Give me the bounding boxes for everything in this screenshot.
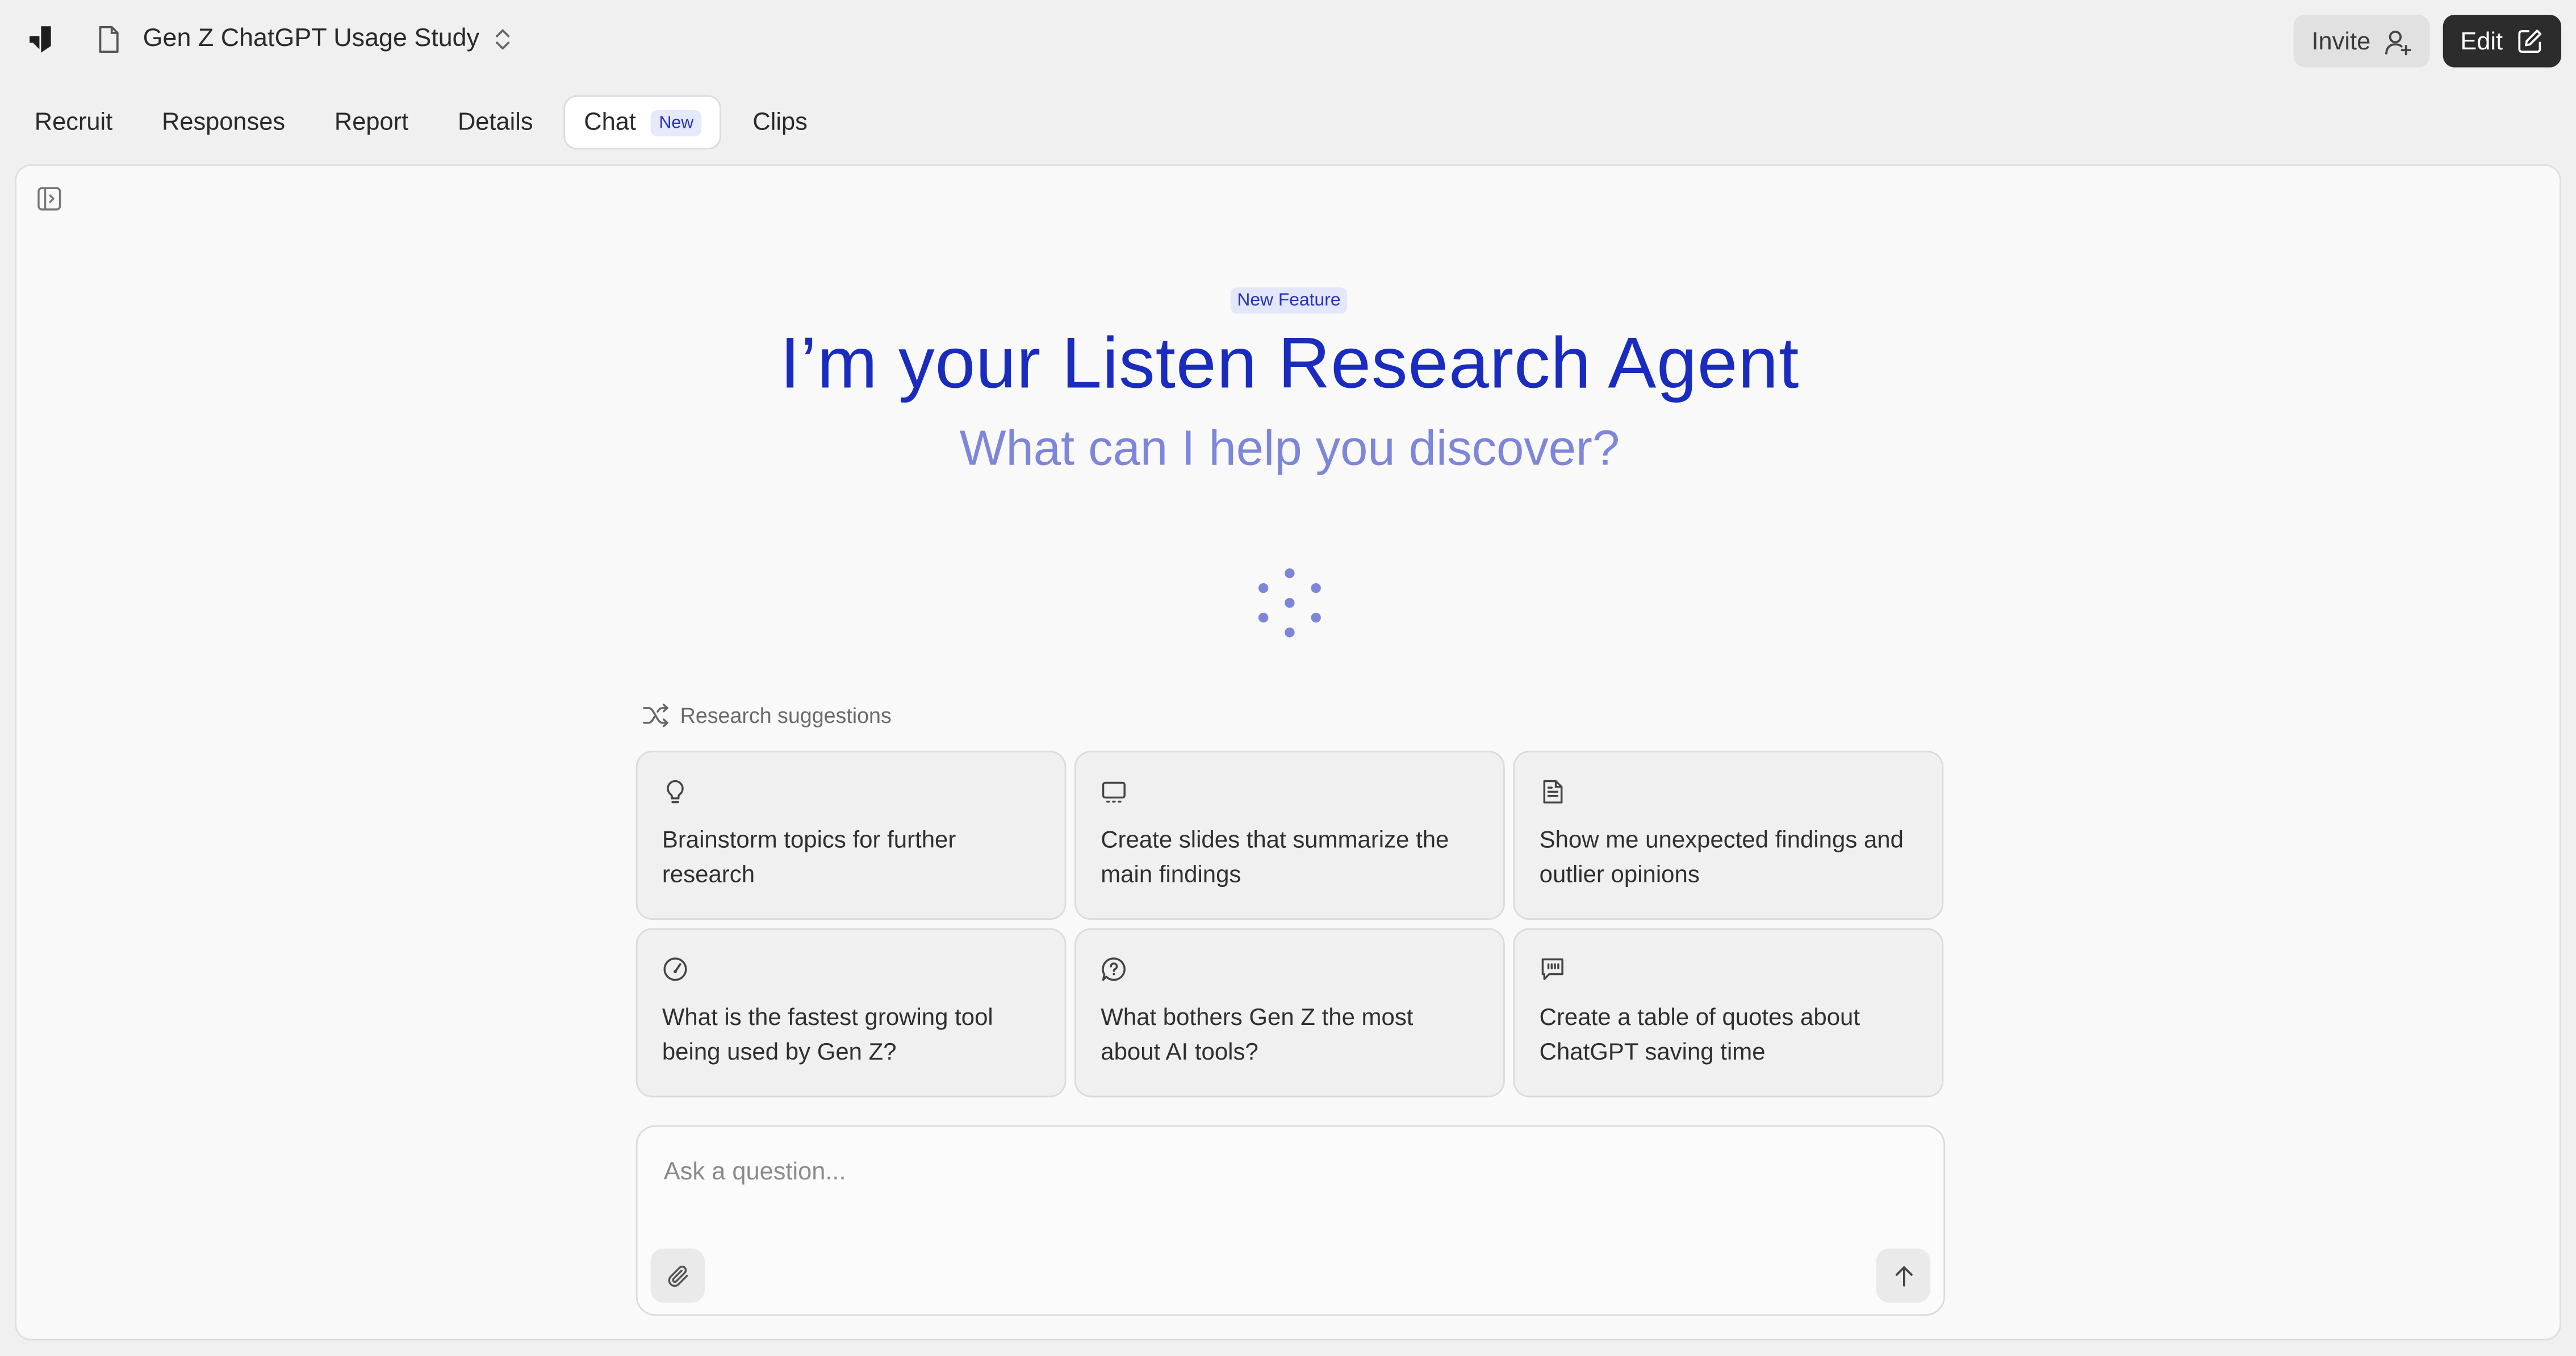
- question-input[interactable]: [663, 1153, 1814, 1190]
- new-feature-badge: New Feature: [1230, 287, 1348, 314]
- page-title: I’m your Listen Research Agent: [780, 323, 1800, 404]
- tab-bar: Recruit Responses Report Details Chat Ne…: [16, 95, 839, 150]
- invite-button[interactable]: Invite: [2293, 15, 2430, 68]
- tab-label: Responses: [161, 108, 286, 137]
- suggestion-text: Brainstorm topics for further research: [662, 828, 956, 889]
- quote-bubble-icon: [1541, 958, 1563, 980]
- chat-panel: New Feature I’m your Listen Research Age…: [15, 164, 2562, 1341]
- suggestions-label-text: Research suggestions: [680, 703, 892, 728]
- presentation-icon: [1102, 781, 1126, 803]
- chevron-up-down-icon[interactable]: [490, 24, 516, 54]
- edit-button[interactable]: Edit: [2443, 15, 2562, 68]
- edit-label: Edit: [2460, 27, 2503, 55]
- loading-dots-icon: [1258, 568, 1321, 638]
- tab-label: Clips: [752, 108, 808, 137]
- suggestion-card[interactable]: What bothers Gen Z the most about AI too…: [1074, 928, 1505, 1098]
- invite-label: Invite: [2311, 27, 2371, 55]
- research-suggestions-label: Research suggestions: [642, 703, 892, 728]
- suggestion-text: Create slides that summarize the main fi…: [1101, 828, 1449, 889]
- tab-label: Details: [457, 108, 533, 137]
- sidebar-toggle-icon[interactable]: [36, 186, 62, 212]
- tab-chat[interactable]: Chat New: [564, 95, 722, 150]
- tab-label: Chat: [584, 108, 636, 137]
- chat-composer: [635, 1125, 1946, 1316]
- gauge-icon: [663, 957, 687, 981]
- tab-clips[interactable]: Clips: [735, 95, 826, 149]
- lightbulb-icon: [667, 780, 684, 803]
- arrow-up-icon: [1895, 1265, 1912, 1286]
- attach-button[interactable]: [650, 1248, 705, 1303]
- tab-recruit[interactable]: Recruit: [16, 95, 131, 149]
- tab-label: Recruit: [34, 108, 113, 137]
- shuffle-icon: [643, 704, 668, 727]
- tab-responses[interactable]: Responses: [144, 95, 303, 149]
- new-badge: New: [650, 109, 702, 136]
- suggestion-grid: Brainstorm topics for further research C…: [635, 751, 1946, 1098]
- suggestion-text: What bothers Gen Z the most about AI too…: [1101, 1005, 1414, 1066]
- suggestion-text: Create a table of quotes about ChatGPT s…: [1539, 1005, 1860, 1066]
- suggestion-card[interactable]: What is the fastest growing tool being u…: [635, 928, 1067, 1098]
- suggestion-text: What is the fastest growing tool being u…: [662, 1005, 993, 1066]
- study-title[interactable]: Gen Z ChatGPT Usage Study: [143, 24, 479, 54]
- suggestion-card[interactable]: Show me unexpected findings and outlier …: [1513, 751, 1944, 920]
- tab-report[interactable]: Report: [316, 95, 426, 149]
- file-text-icon: [1543, 780, 1563, 803]
- document-icon: [99, 26, 119, 53]
- tab-details[interactable]: Details: [440, 95, 551, 149]
- page-subtitle: What can I help you discover?: [959, 422, 1620, 476]
- question-bubble-icon: [1102, 957, 1126, 981]
- user-plus-icon: [2385, 30, 2411, 55]
- suggestion-card[interactable]: Brainstorm topics for further research: [635, 751, 1067, 920]
- pencil-square-icon: [2519, 30, 2542, 53]
- paperclip-icon: [667, 1265, 688, 1286]
- suggestion-text: Show me unexpected findings and outlier …: [1539, 828, 1904, 889]
- listen-logo-icon[interactable]: [26, 23, 59, 56]
- tab-label: Report: [334, 108, 409, 137]
- top-bar: Gen Z ChatGPT Usage Study Invite Edit: [0, 0, 2576, 82]
- send-button[interactable]: [1876, 1248, 1931, 1303]
- suggestion-card[interactable]: Create slides that summarize the main fi…: [1074, 751, 1505, 920]
- suggestion-card[interactable]: Create a table of quotes about ChatGPT s…: [1513, 928, 1944, 1098]
